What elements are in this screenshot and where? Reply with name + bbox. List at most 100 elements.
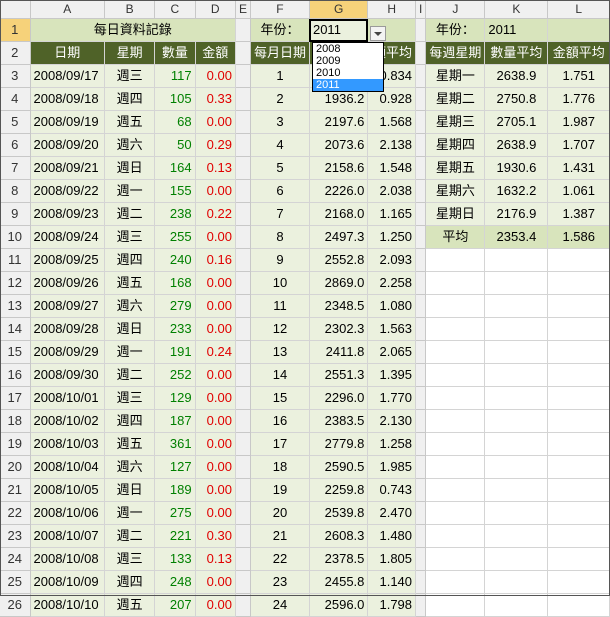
dropdown-option[interactable]: 2011	[313, 79, 383, 91]
amount-cell[interactable]: 0.00	[195, 110, 236, 134]
empty-cell[interactable]	[425, 409, 486, 433]
row-header[interactable]: 23	[0, 524, 31, 548]
row-header[interactable]: 18	[0, 409, 31, 433]
weekly-year-filler[interactable]	[547, 18, 610, 42]
empty-cell[interactable]	[484, 570, 549, 594]
column-header-e[interactable]: E	[235, 0, 251, 19]
month-amt-avg-cell[interactable]: 1.258	[367, 432, 417, 456]
weekday-cell[interactable]: 週二	[104, 202, 156, 226]
qty-cell[interactable]: 189	[154, 478, 196, 502]
weekly-header-cell[interactable]: 數量平均	[484, 41, 549, 65]
date-cell[interactable]: 2008/09/24	[30, 225, 105, 249]
amount-cell[interactable]: 0.00	[195, 294, 236, 318]
column-header-a[interactable]: A	[30, 0, 105, 19]
weekday-cell[interactable]: 週四	[104, 570, 156, 594]
week-amt-avg-cell[interactable]: 1.987	[547, 110, 610, 134]
weekday-cell[interactable]: 週三	[104, 547, 156, 571]
empty-cell[interactable]	[547, 294, 610, 318]
weekday-name-cell[interactable]: 星期一	[425, 64, 486, 88]
month-amt-avg-cell[interactable]: 1.080	[367, 294, 417, 318]
empty-cell[interactable]	[484, 593, 549, 617]
empty-cell[interactable]	[425, 340, 486, 364]
row-header[interactable]: 2	[0, 41, 31, 65]
month-amt-avg-cell[interactable]: 2.093	[367, 248, 417, 272]
month-qty-avg-cell[interactable]: 2596.0	[309, 593, 369, 617]
weekday-cell[interactable]: 週三	[104, 225, 156, 249]
row-header[interactable]: 5	[0, 110, 31, 134]
month-qty-avg-cell[interactable]: 2259.8	[309, 478, 369, 502]
amount-cell[interactable]: 0.30	[195, 524, 236, 548]
month-day-cell[interactable]: 24	[250, 593, 310, 617]
column-header-b[interactable]: B	[104, 0, 156, 19]
month-day-cell[interactable]: 10	[250, 271, 310, 295]
month-day-cell[interactable]: 16	[250, 409, 310, 433]
amount-cell[interactable]: 0.00	[195, 225, 236, 249]
empty-cell[interactable]	[484, 432, 549, 456]
empty-cell[interactable]	[425, 363, 486, 387]
empty-cell[interactable]	[547, 478, 610, 502]
date-cell[interactable]: 2008/09/29	[30, 340, 105, 364]
year-label[interactable]: 年份：	[250, 18, 310, 42]
weekday-cell[interactable]: 週二	[104, 524, 156, 548]
weekday-name-cell[interactable]: 星期三	[425, 110, 486, 134]
weekly-avg-qty[interactable]: 2353.4	[484, 225, 549, 249]
empty-cell[interactable]	[547, 547, 610, 571]
empty-cell[interactable]	[484, 363, 549, 387]
empty-cell[interactable]	[547, 432, 610, 456]
empty-cell[interactable]	[484, 409, 549, 433]
date-cell[interactable]: 2008/09/27	[30, 294, 105, 318]
weekday-cell[interactable]: 週日	[104, 317, 156, 341]
empty-cell[interactable]	[547, 524, 610, 548]
weekly-avg-amt[interactable]: 1.586	[547, 225, 610, 249]
weekday-cell[interactable]: 週四	[104, 87, 156, 111]
date-cell[interactable]: 2008/10/02	[30, 409, 105, 433]
date-cell[interactable]: 2008/09/25	[30, 248, 105, 272]
year-select-cell[interactable]: 2011	[309, 18, 369, 42]
row-header[interactable]: 8	[0, 179, 31, 203]
empty-cell[interactable]	[484, 455, 549, 479]
empty-cell[interactable]	[425, 478, 486, 502]
row-header[interactable]: 6	[0, 133, 31, 157]
empty-cell[interactable]	[484, 478, 549, 502]
month-day-cell[interactable]: 21	[250, 524, 310, 548]
month-day-cell[interactable]: 19	[250, 478, 310, 502]
empty-cell[interactable]	[484, 547, 549, 571]
week-qty-avg-cell[interactable]: 2705.1	[484, 110, 549, 134]
month-day-cell[interactable]: 17	[250, 432, 310, 456]
amount-cell[interactable]: 0.29	[195, 133, 236, 157]
amount-cell[interactable]: 0.33	[195, 87, 236, 111]
date-cell[interactable]: 2008/09/20	[30, 133, 105, 157]
amount-cell[interactable]: 0.16	[195, 248, 236, 272]
week-qty-avg-cell[interactable]: 1930.6	[484, 156, 549, 180]
empty-cell[interactable]	[425, 432, 486, 456]
amount-cell[interactable]: 0.00	[195, 64, 236, 88]
weekday-cell[interactable]: 週三	[104, 64, 156, 88]
row-header[interactable]: 19	[0, 432, 31, 456]
weekday-cell[interactable]: 週一	[104, 340, 156, 364]
month-qty-avg-cell[interactable]: 2869.0	[309, 271, 369, 295]
weekday-cell[interactable]: 週六	[104, 133, 156, 157]
weekday-cell[interactable]: 週四	[104, 248, 156, 272]
month-amt-avg-cell[interactable]: 1.985	[367, 455, 417, 479]
date-cell[interactable]: 2008/10/04	[30, 455, 105, 479]
month-qty-avg-cell[interactable]: 2590.5	[309, 455, 369, 479]
weekday-cell[interactable]: 週二	[104, 363, 156, 387]
amount-cell[interactable]: 0.00	[195, 432, 236, 456]
row-header[interactable]: 17	[0, 386, 31, 410]
date-cell[interactable]: 2008/10/10	[30, 593, 105, 617]
qty-cell[interactable]: 279	[154, 294, 196, 318]
empty-cell[interactable]	[484, 340, 549, 364]
weekday-cell[interactable]: 週五	[104, 271, 156, 295]
empty-cell[interactable]	[547, 248, 610, 272]
empty-cell[interactable]	[425, 524, 486, 548]
qty-cell[interactable]: 129	[154, 386, 196, 410]
month-amt-avg-cell[interactable]: 1.250	[367, 225, 417, 249]
month-qty-avg-cell[interactable]: 2168.0	[309, 202, 369, 226]
amount-cell[interactable]: 0.13	[195, 547, 236, 571]
month-amt-avg-cell[interactable]: 2.038	[367, 179, 417, 203]
empty-cell[interactable]	[547, 363, 610, 387]
date-cell[interactable]: 2008/09/26	[30, 271, 105, 295]
daily-header-cell[interactable]: 數量	[154, 41, 196, 65]
empty-cell[interactable]	[425, 294, 486, 318]
amount-cell[interactable]: 0.00	[195, 593, 236, 617]
